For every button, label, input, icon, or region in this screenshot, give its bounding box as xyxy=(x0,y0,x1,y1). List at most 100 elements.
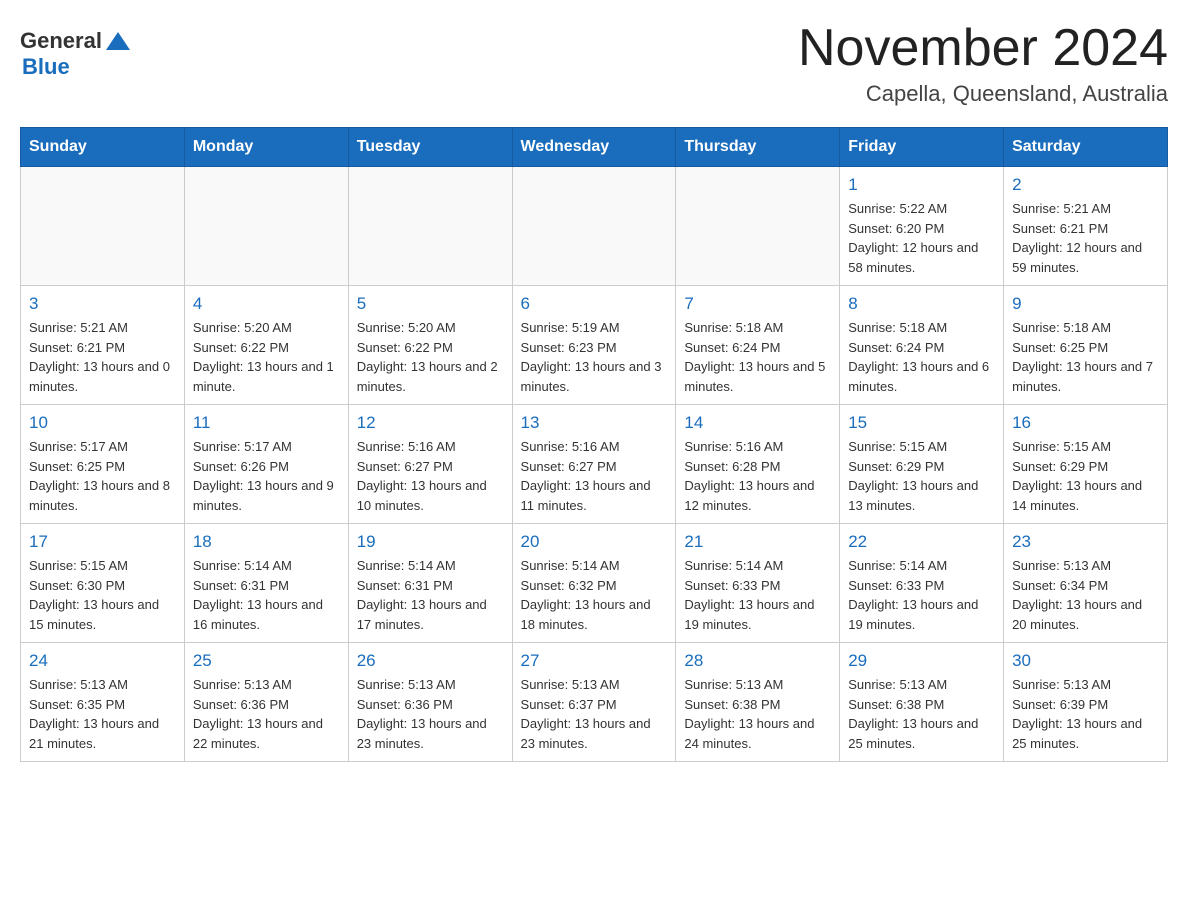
col-friday: Friday xyxy=(840,128,1004,167)
calendar-cell: 18 Sunrise: 5:14 AM Sunset: 6:31 PM Dayli… xyxy=(184,524,348,643)
logo-blue-text: Blue xyxy=(22,54,70,80)
calendar-week-3: 10 Sunrise: 5:17 AM Sunset: 6:25 PM Dayli… xyxy=(21,405,1168,524)
day-number: 20 xyxy=(521,532,668,552)
logo: General Blue xyxy=(20,20,130,80)
day-info: Sunrise: 5:16 AM Sunset: 6:28 PM Dayligh… xyxy=(684,437,831,515)
day-number: 21 xyxy=(684,532,831,552)
day-number: 28 xyxy=(684,651,831,671)
calendar-cell: 12 Sunrise: 5:16 AM Sunset: 6:27 PM Dayli… xyxy=(348,405,512,524)
calendar-table: Sunday Monday Tuesday Wednesday Thursday… xyxy=(20,127,1168,762)
calendar-cell: 5 Sunrise: 5:20 AM Sunset: 6:22 PM Daylig… xyxy=(348,286,512,405)
day-info: Sunrise: 5:21 AM Sunset: 6:21 PM Dayligh… xyxy=(29,318,176,396)
calendar-cell: 29Sunrise: 5:13 AM Sunset: 6:38 PM Dayli… xyxy=(840,643,1004,762)
day-number: 2 xyxy=(1012,175,1159,195)
day-number: 19 xyxy=(357,532,504,552)
col-wednesday: Wednesday xyxy=(512,128,676,167)
calendar-cell: 1 Sunrise: 5:22 AM Sunset: 6:20 PM Daylig… xyxy=(840,167,1004,286)
calendar-cell: 3 Sunrise: 5:21 AM Sunset: 6:21 PM Daylig… xyxy=(21,286,185,405)
calendar-cell: 6 Sunrise: 5:19 AM Sunset: 6:23 PM Daylig… xyxy=(512,286,676,405)
calendar-cell: 26 Sunrise: 5:13 AM Sunset: 6:36 PM Dayli… xyxy=(348,643,512,762)
col-tuesday: Tuesday xyxy=(348,128,512,167)
calendar-week-5: 24 Sunrise: 5:13 AM Sunset: 6:35 PM Dayli… xyxy=(21,643,1168,762)
day-info: Sunrise: 5:13 AM Sunset: 6:35 PM Dayligh… xyxy=(29,675,176,753)
day-number: 16 xyxy=(1012,413,1159,433)
day-info: Sunrise: 5:19 AM Sunset: 6:23 PM Dayligh… xyxy=(521,318,668,396)
day-info: Sunrise: 5:13 AM Sunset: 6:38 PM Dayligh… xyxy=(848,675,995,753)
day-info: Sunrise: 5:13 AM Sunset: 6:34 PM Dayligh… xyxy=(1012,556,1159,634)
calendar-cell: 22 Sunrise: 5:14 AM Sunset: 6:33 PM Dayli… xyxy=(840,524,1004,643)
day-info: Sunrise: 5:18 AM Sunset: 6:24 PM Dayligh… xyxy=(684,318,831,396)
calendar-cell: 14 Sunrise: 5:16 AM Sunset: 6:28 PM Dayli… xyxy=(676,405,840,524)
calendar-header-row: Sunday Monday Tuesday Wednesday Thursday… xyxy=(21,128,1168,167)
day-number: 8 xyxy=(848,294,995,314)
calendar-cell: 30Sunrise: 5:13 AM Sunset: 6:39 PM Dayli… xyxy=(1004,643,1168,762)
page-header: General Blue November 2024 Capella, Quee… xyxy=(20,20,1168,107)
calendar-week-1: 1 Sunrise: 5:22 AM Sunset: 6:20 PM Daylig… xyxy=(21,167,1168,286)
day-info: Sunrise: 5:20 AM Sunset: 6:22 PM Dayligh… xyxy=(193,318,340,396)
day-info: Sunrise: 5:16 AM Sunset: 6:27 PM Dayligh… xyxy=(357,437,504,515)
calendar-cell xyxy=(21,167,185,286)
day-info: Sunrise: 5:17 AM Sunset: 6:26 PM Dayligh… xyxy=(193,437,340,515)
day-number: 12 xyxy=(357,413,504,433)
day-info: Sunrise: 5:16 AM Sunset: 6:27 PM Dayligh… xyxy=(521,437,668,515)
day-info: Sunrise: 5:21 AM Sunset: 6:21 PM Dayligh… xyxy=(1012,199,1159,277)
day-number: 11 xyxy=(193,413,340,433)
day-number: 5 xyxy=(357,294,504,314)
logo-triangles xyxy=(104,32,130,50)
calendar-cell: 10 Sunrise: 5:17 AM Sunset: 6:25 PM Dayli… xyxy=(21,405,185,524)
day-number: 3 xyxy=(29,294,176,314)
calendar-cell: 8Sunrise: 5:18 AM Sunset: 6:24 PM Daylig… xyxy=(840,286,1004,405)
day-number: 6 xyxy=(521,294,668,314)
day-info: Sunrise: 5:18 AM Sunset: 6:25 PM Dayligh… xyxy=(1012,318,1159,396)
calendar-cell: 19Sunrise: 5:14 AM Sunset: 6:31 PM Dayli… xyxy=(348,524,512,643)
calendar-cell: 17Sunrise: 5:15 AM Sunset: 6:30 PM Dayli… xyxy=(21,524,185,643)
day-number: 17 xyxy=(29,532,176,552)
calendar-cell: 11 Sunrise: 5:17 AM Sunset: 6:26 PM Dayli… xyxy=(184,405,348,524)
logo-triangle-right-icon xyxy=(118,32,130,50)
day-number: 25 xyxy=(193,651,340,671)
calendar-cell: 20Sunrise: 5:14 AM Sunset: 6:32 PM Dayli… xyxy=(512,524,676,643)
title-area: November 2024 Capella, Queensland, Austr… xyxy=(798,20,1168,107)
calendar-cell: 7 Sunrise: 5:18 AM Sunset: 6:24 PM Daylig… xyxy=(676,286,840,405)
col-monday: Monday xyxy=(184,128,348,167)
day-info: Sunrise: 5:13 AM Sunset: 6:36 PM Dayligh… xyxy=(193,675,340,753)
calendar-cell xyxy=(184,167,348,286)
calendar-cell: 9 Sunrise: 5:18 AM Sunset: 6:25 PM Daylig… xyxy=(1004,286,1168,405)
day-info: Sunrise: 5:17 AM Sunset: 6:25 PM Dayligh… xyxy=(29,437,176,515)
calendar-cell: 4Sunrise: 5:20 AM Sunset: 6:22 PM Daylig… xyxy=(184,286,348,405)
day-number: 13 xyxy=(521,413,668,433)
calendar-week-2: 3 Sunrise: 5:21 AM Sunset: 6:21 PM Daylig… xyxy=(21,286,1168,405)
day-info: Sunrise: 5:13 AM Sunset: 6:36 PM Dayligh… xyxy=(357,675,504,753)
day-number: 26 xyxy=(357,651,504,671)
calendar-cell xyxy=(676,167,840,286)
day-number: 7 xyxy=(684,294,831,314)
day-number: 18 xyxy=(193,532,340,552)
calendar-cell: 28 Sunrise: 5:13 AM Sunset: 6:38 PM Dayli… xyxy=(676,643,840,762)
day-number: 1 xyxy=(848,175,995,195)
col-sunday: Sunday xyxy=(21,128,185,167)
logo-triangle-left-icon xyxy=(106,32,118,50)
calendar-cell: 27 Sunrise: 5:13 AM Sunset: 6:37 PM Dayli… xyxy=(512,643,676,762)
day-number: 24 xyxy=(29,651,176,671)
day-info: Sunrise: 5:22 AM Sunset: 6:20 PM Dayligh… xyxy=(848,199,995,277)
day-info: Sunrise: 5:14 AM Sunset: 6:33 PM Dayligh… xyxy=(848,556,995,634)
day-number: 27 xyxy=(521,651,668,671)
day-info: Sunrise: 5:13 AM Sunset: 6:38 PM Dayligh… xyxy=(684,675,831,753)
day-info: Sunrise: 5:14 AM Sunset: 6:33 PM Dayligh… xyxy=(684,556,831,634)
calendar-cell xyxy=(348,167,512,286)
day-info: Sunrise: 5:15 AM Sunset: 6:29 PM Dayligh… xyxy=(1012,437,1159,515)
calendar-cell: 21 Sunrise: 5:14 AM Sunset: 6:33 PM Dayli… xyxy=(676,524,840,643)
day-info: Sunrise: 5:14 AM Sunset: 6:31 PM Dayligh… xyxy=(193,556,340,634)
day-number: 15 xyxy=(848,413,995,433)
col-thursday: Thursday xyxy=(676,128,840,167)
day-number: 10 xyxy=(29,413,176,433)
day-number: 9 xyxy=(1012,294,1159,314)
day-number: 23 xyxy=(1012,532,1159,552)
day-info: Sunrise: 5:13 AM Sunset: 6:37 PM Dayligh… xyxy=(521,675,668,753)
calendar-cell: 24 Sunrise: 5:13 AM Sunset: 6:35 PM Dayli… xyxy=(21,643,185,762)
day-number: 22 xyxy=(848,532,995,552)
day-info: Sunrise: 5:20 AM Sunset: 6:22 PM Dayligh… xyxy=(357,318,504,396)
calendar-cell: 15Sunrise: 5:15 AM Sunset: 6:29 PM Dayli… xyxy=(840,405,1004,524)
day-number: 14 xyxy=(684,413,831,433)
calendar-cell xyxy=(512,167,676,286)
